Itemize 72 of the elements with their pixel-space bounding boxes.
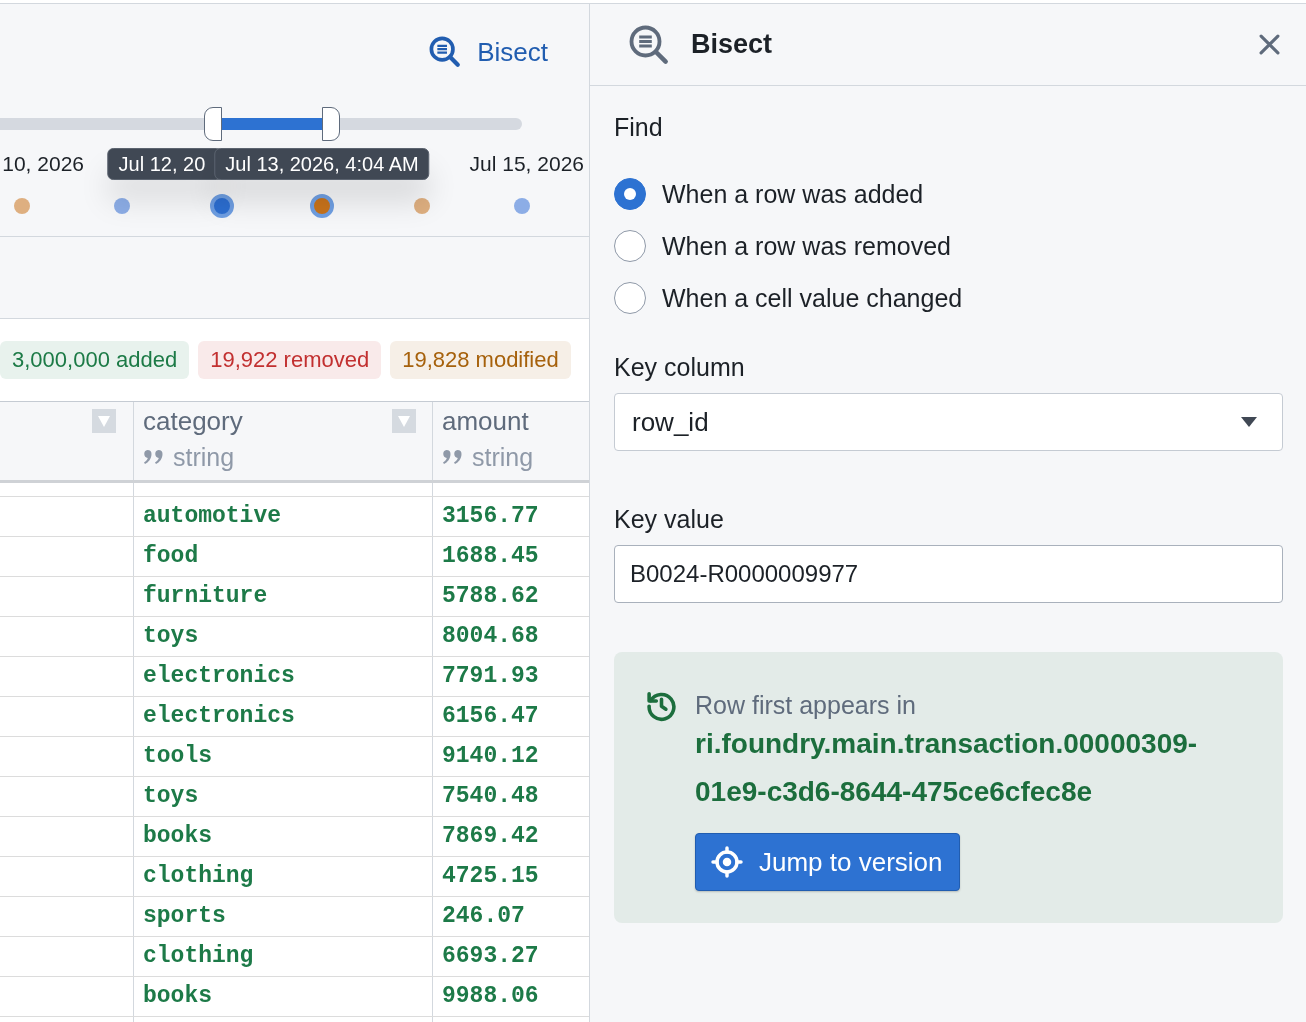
change-count-tag: 3,000,000 added bbox=[0, 341, 190, 379]
table-cell: automotive bbox=[143, 503, 282, 529]
change-count-tag: 19,828 modified bbox=[390, 341, 571, 379]
dot-icon[interactable] bbox=[210, 194, 234, 218]
date-label: 10, 2026 bbox=[2, 151, 84, 177]
radio-label[interactable]: When a row was added bbox=[662, 179, 924, 209]
dot-icon[interactable] bbox=[14, 198, 30, 214]
caret-icon[interactable] bbox=[392, 409, 416, 433]
table-cell: 7791.93 bbox=[442, 663, 539, 689]
table-cell: 6156.47 bbox=[442, 703, 539, 729]
radio-button[interactable] bbox=[614, 282, 646, 314]
table-cell: 1688.45 bbox=[442, 543, 539, 569]
table-cell: 246.07 bbox=[442, 903, 525, 929]
dot-icon[interactable] bbox=[414, 198, 430, 214]
column-type: string bbox=[173, 442, 235, 472]
table-cell: clothing bbox=[143, 863, 254, 889]
table-cell: 9988.06 bbox=[442, 983, 539, 1009]
table-cell: sports bbox=[143, 903, 226, 929]
table-cell: 7869.42 bbox=[442, 823, 539, 849]
quote-icon bbox=[143, 449, 165, 465]
radio-button[interactable] bbox=[614, 230, 646, 262]
target-icon bbox=[711, 846, 743, 878]
radio-label[interactable]: When a row was removed bbox=[662, 231, 951, 261]
table-cell: clothing bbox=[143, 943, 254, 969]
table-cell: books bbox=[143, 983, 212, 1009]
caret-icon bbox=[1241, 417, 1257, 427]
caret-icon[interactable] bbox=[92, 409, 116, 433]
close-button[interactable] bbox=[1259, 34, 1280, 55]
column-type: string bbox=[472, 442, 534, 472]
table-cell: 4725.15 bbox=[442, 863, 539, 889]
dot-icon[interactable] bbox=[310, 194, 334, 218]
table-cell: 6693.27 bbox=[442, 943, 539, 969]
jump-to-version-button[interactable]: Jump to version bbox=[695, 833, 960, 891]
table-cell: electronics bbox=[143, 663, 295, 689]
column-name: category bbox=[143, 406, 243, 436]
table-cell: furniture bbox=[143, 583, 268, 609]
table-cell: food bbox=[143, 543, 199, 569]
table-cell: 3156.77 bbox=[442, 503, 539, 529]
table-cell: toys bbox=[143, 623, 199, 649]
slider-track[interactable] bbox=[0, 118, 522, 130]
search-icon bbox=[628, 23, 670, 66]
table-cell: 9140.12 bbox=[442, 743, 539, 769]
close-icon bbox=[1259, 34, 1280, 55]
table-cell: books bbox=[143, 823, 212, 849]
table-cell: 5788.62 bbox=[442, 583, 539, 609]
table-cell: 7540.48 bbox=[442, 783, 539, 809]
radio-button[interactable] bbox=[614, 178, 646, 210]
quote-icon bbox=[442, 449, 464, 465]
table-cell: tools bbox=[143, 743, 212, 769]
result-caption: Row first appears in bbox=[695, 690, 917, 720]
table-cell: electronics bbox=[143, 703, 295, 729]
search-icon bbox=[428, 35, 463, 69]
slider-handle[interactable] bbox=[322, 107, 340, 141]
dot-icon[interactable] bbox=[514, 198, 530, 214]
history-icon bbox=[645, 689, 678, 722]
slider-handle[interactable] bbox=[204, 107, 222, 141]
tooltip: Jul 13, 2026, 4:04 AM bbox=[214, 148, 430, 180]
bisect-link[interactable]: Bisect bbox=[428, 34, 548, 70]
change-count-tag: 19,922 removed bbox=[198, 341, 382, 379]
field-label: Key value bbox=[614, 504, 725, 534]
column-name: amount bbox=[442, 406, 530, 436]
radio-label[interactable]: When a cell value changed bbox=[662, 283, 963, 313]
date-label: Jul 15, 2026 bbox=[469, 151, 584, 177]
key-value-input[interactable]: B0024-R0000009977 bbox=[614, 545, 1283, 603]
key-column-select[interactable]: row_id bbox=[614, 393, 1283, 451]
table-cell: toys bbox=[143, 783, 199, 809]
field-label: Key column bbox=[614, 352, 746, 382]
field-label: Find bbox=[614, 112, 664, 142]
panel-title: Bisect bbox=[691, 29, 773, 60]
table-cell: 8004.68 bbox=[442, 623, 539, 649]
transaction-id: ri.foundry.main.transaction.00000309-01e9-c3d6-8644-475ce6cfec8e bbox=[695, 727, 1199, 809]
dot-icon[interactable] bbox=[114, 198, 130, 214]
